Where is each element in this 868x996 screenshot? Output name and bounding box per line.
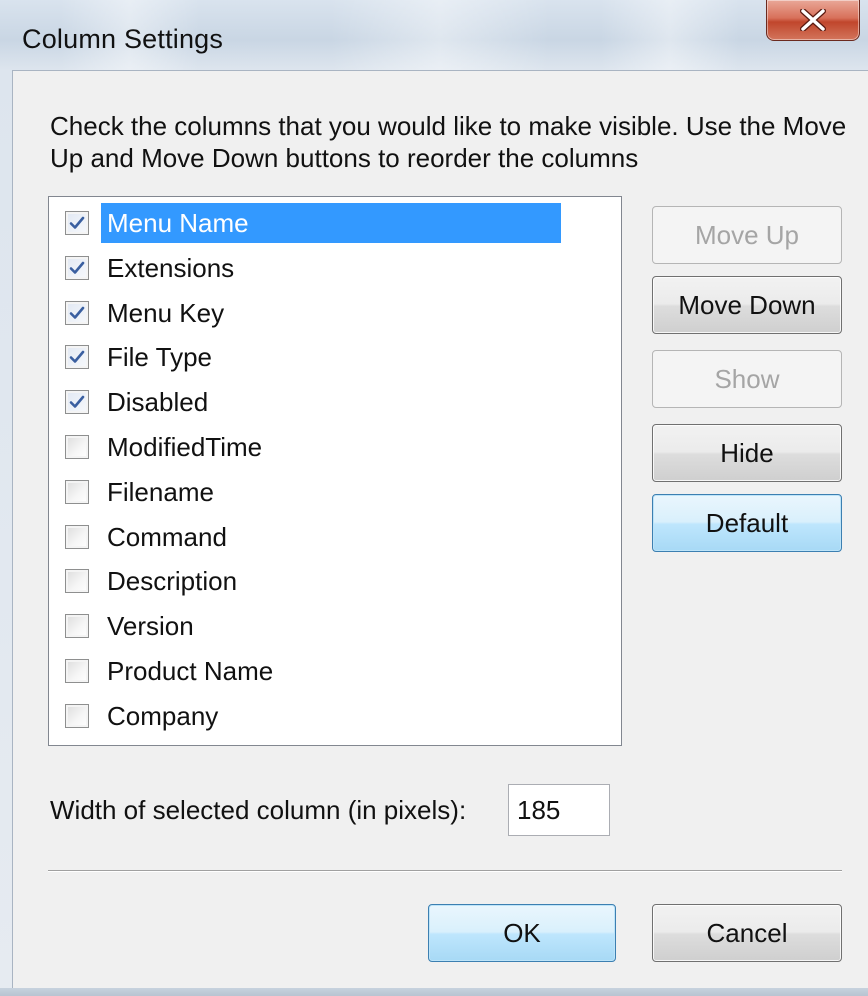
column-checkbox[interactable] <box>65 479 89 504</box>
window-bottom-border <box>0 988 868 996</box>
glass-reflection <box>600 0 740 70</box>
column-checkbox[interactable] <box>65 390 89 415</box>
hide-button[interactable]: Hide <box>652 424 842 482</box>
list-item[interactable]: Filename <box>65 472 220 512</box>
instructions-text: Check the columns that you would like to… <box>50 111 847 173</box>
ok-button[interactable]: OK <box>428 904 616 962</box>
list-item-label: Filename <box>107 476 214 507</box>
list-item-label: Company <box>107 700 219 731</box>
show-button[interactable]: Show <box>652 350 842 408</box>
list-item-label: Description <box>107 566 238 597</box>
list-item-label: Extensions <box>107 252 235 283</box>
list-item[interactable]: Company <box>65 696 224 736</box>
check-icon <box>69 216 85 229</box>
list-item[interactable]: Command <box>65 517 233 557</box>
close-button[interactable] <box>766 0 860 41</box>
list-item[interactable]: Product Name <box>65 651 279 691</box>
list-item-label: Menu Key <box>107 297 225 328</box>
check-icon <box>69 306 85 319</box>
check-icon <box>69 395 85 408</box>
column-checkbox[interactable] <box>65 659 89 683</box>
list-item[interactable]: Menu Key <box>65 293 230 333</box>
list-item-label: ModifiedTime <box>107 432 263 462</box>
column-width-input[interactable] <box>508 784 610 836</box>
column-checkbox[interactable] <box>65 345 89 370</box>
check-icon <box>69 351 85 364</box>
list-item[interactable]: Menu Name <box>65 203 561 243</box>
close-icon <box>800 9 826 31</box>
check-icon <box>69 261 85 274</box>
column-checkbox[interactable] <box>65 255 89 280</box>
list-item[interactable]: Version <box>65 606 200 646</box>
list-item[interactable]: Disabled <box>65 382 214 422</box>
column-checkbox[interactable] <box>65 300 89 325</box>
glass-reflection <box>330 0 550 70</box>
default-button[interactable]: Default <box>652 494 842 552</box>
column-checkbox[interactable] <box>65 524 89 549</box>
list-item-label: Disabled <box>107 387 209 418</box>
columns-listbox[interactable]: Menu Name Extensions Menu Key File Type Disa… <box>48 196 622 746</box>
list-item-label: File Type <box>107 342 213 373</box>
list-item-label: Version <box>107 611 194 642</box>
separator-line <box>48 870 842 872</box>
list-item[interactable]: Description <box>65 561 243 601</box>
column-checkbox[interactable] <box>65 211 89 235</box>
list-item[interactable]: ModifiedTime <box>65 427 268 467</box>
move-down-button[interactable]: Move Down <box>652 276 842 334</box>
list-item-label: Command <box>107 521 227 552</box>
move-up-button[interactable]: Move Up <box>652 206 842 264</box>
cancel-button[interactable]: Cancel <box>652 904 842 962</box>
window-title: Column Settings <box>22 24 224 54</box>
width-label: Width of selected column (in pixels): <box>50 795 467 825</box>
column-checkbox[interactable] <box>65 569 89 594</box>
list-item-label: Product Name <box>107 656 274 686</box>
column-checkbox[interactable] <box>65 614 89 639</box>
list-item[interactable]: File Type <box>65 337 218 377</box>
column-checkbox[interactable] <box>65 435 89 459</box>
list-item[interactable]: Extensions <box>65 248 240 288</box>
list-item-label: Menu Name <box>101 203 561 243</box>
column-checkbox[interactable] <box>65 703 89 728</box>
